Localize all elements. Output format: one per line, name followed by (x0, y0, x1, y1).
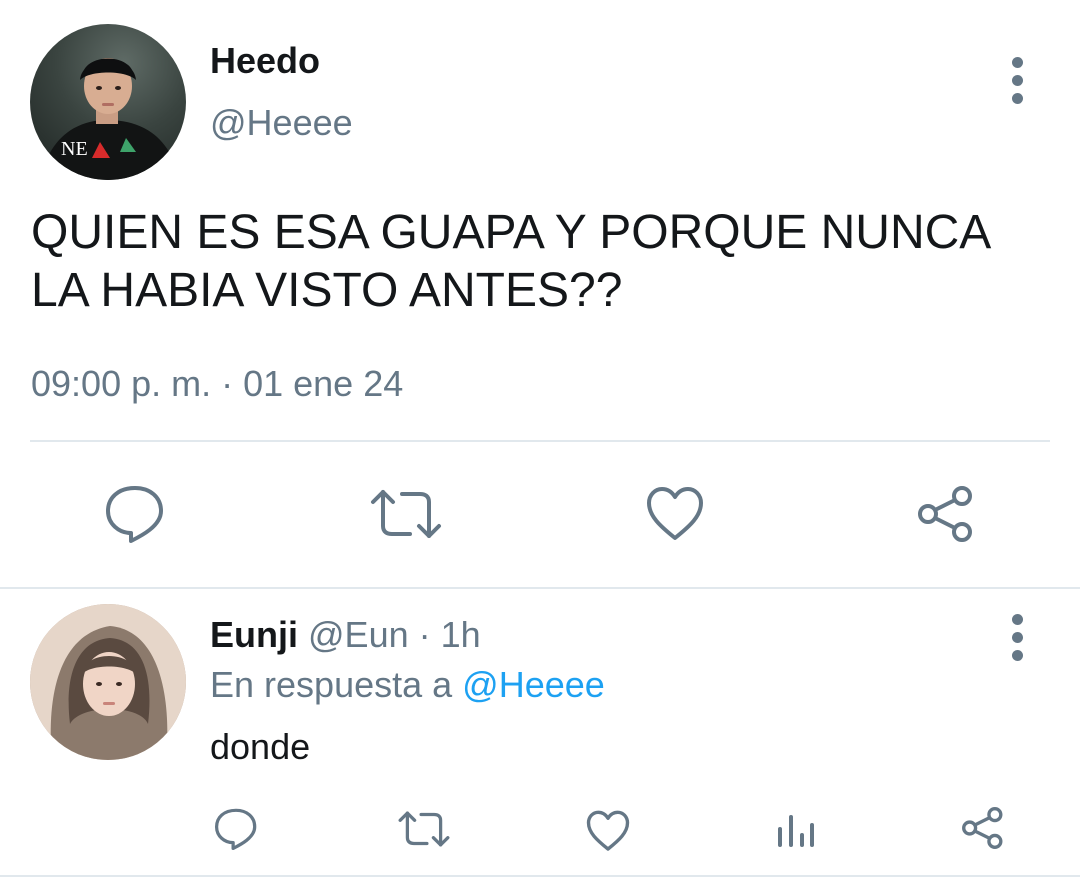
reply-icon[interactable] (103, 484, 167, 544)
share-icon[interactable] (960, 806, 1006, 850)
divider (30, 440, 1050, 442)
avatar-print-text: NE (61, 138, 88, 160)
analytics-icon[interactable] (776, 811, 816, 849)
author-handle[interactable]: @Heeee (210, 102, 353, 144)
share-icon[interactable] (915, 485, 977, 543)
reply-author-handle[interactable]: @Eun (308, 614, 409, 655)
like-icon[interactable] (646, 486, 704, 542)
reply-separator: · (418, 614, 431, 655)
like-icon[interactable] (586, 810, 630, 852)
more-options-icon[interactable] (1007, 57, 1027, 111)
reply-text: donde (210, 726, 311, 767)
reply-header: Eunji @Eun · 1h (210, 614, 481, 656)
replying-to-line: En respuesta a @Heeee (210, 664, 605, 706)
retweet-icon[interactable] (370, 488, 442, 540)
tweet-timestamp[interactable]: 09:00 p. m. · 01 ene 24 (31, 363, 403, 405)
tweet-text: QUIEN ES ESA GUAPA Y PORQUE NUNCA LA HAB… (31, 206, 989, 317)
divider (0, 875, 1080, 877)
avatar-eunji[interactable] (30, 604, 186, 760)
author-display-name[interactable]: Heedo (210, 40, 320, 82)
reply-time[interactable]: 1h (441, 614, 481, 655)
more-options-icon[interactable] (1007, 614, 1027, 668)
reply-icon[interactable] (213, 807, 259, 851)
replying-to-mention[interactable]: @Heeee (462, 664, 605, 705)
avatar-image: NE (40, 58, 180, 180)
divider (0, 587, 1080, 589)
replying-to-prefix: En respuesta a (210, 664, 453, 705)
reply-author-display-name[interactable]: Eunji (210, 614, 298, 655)
avatar-heedo[interactable]: NE (30, 24, 186, 180)
avatar-image (30, 604, 186, 760)
retweet-icon[interactable] (398, 810, 450, 848)
